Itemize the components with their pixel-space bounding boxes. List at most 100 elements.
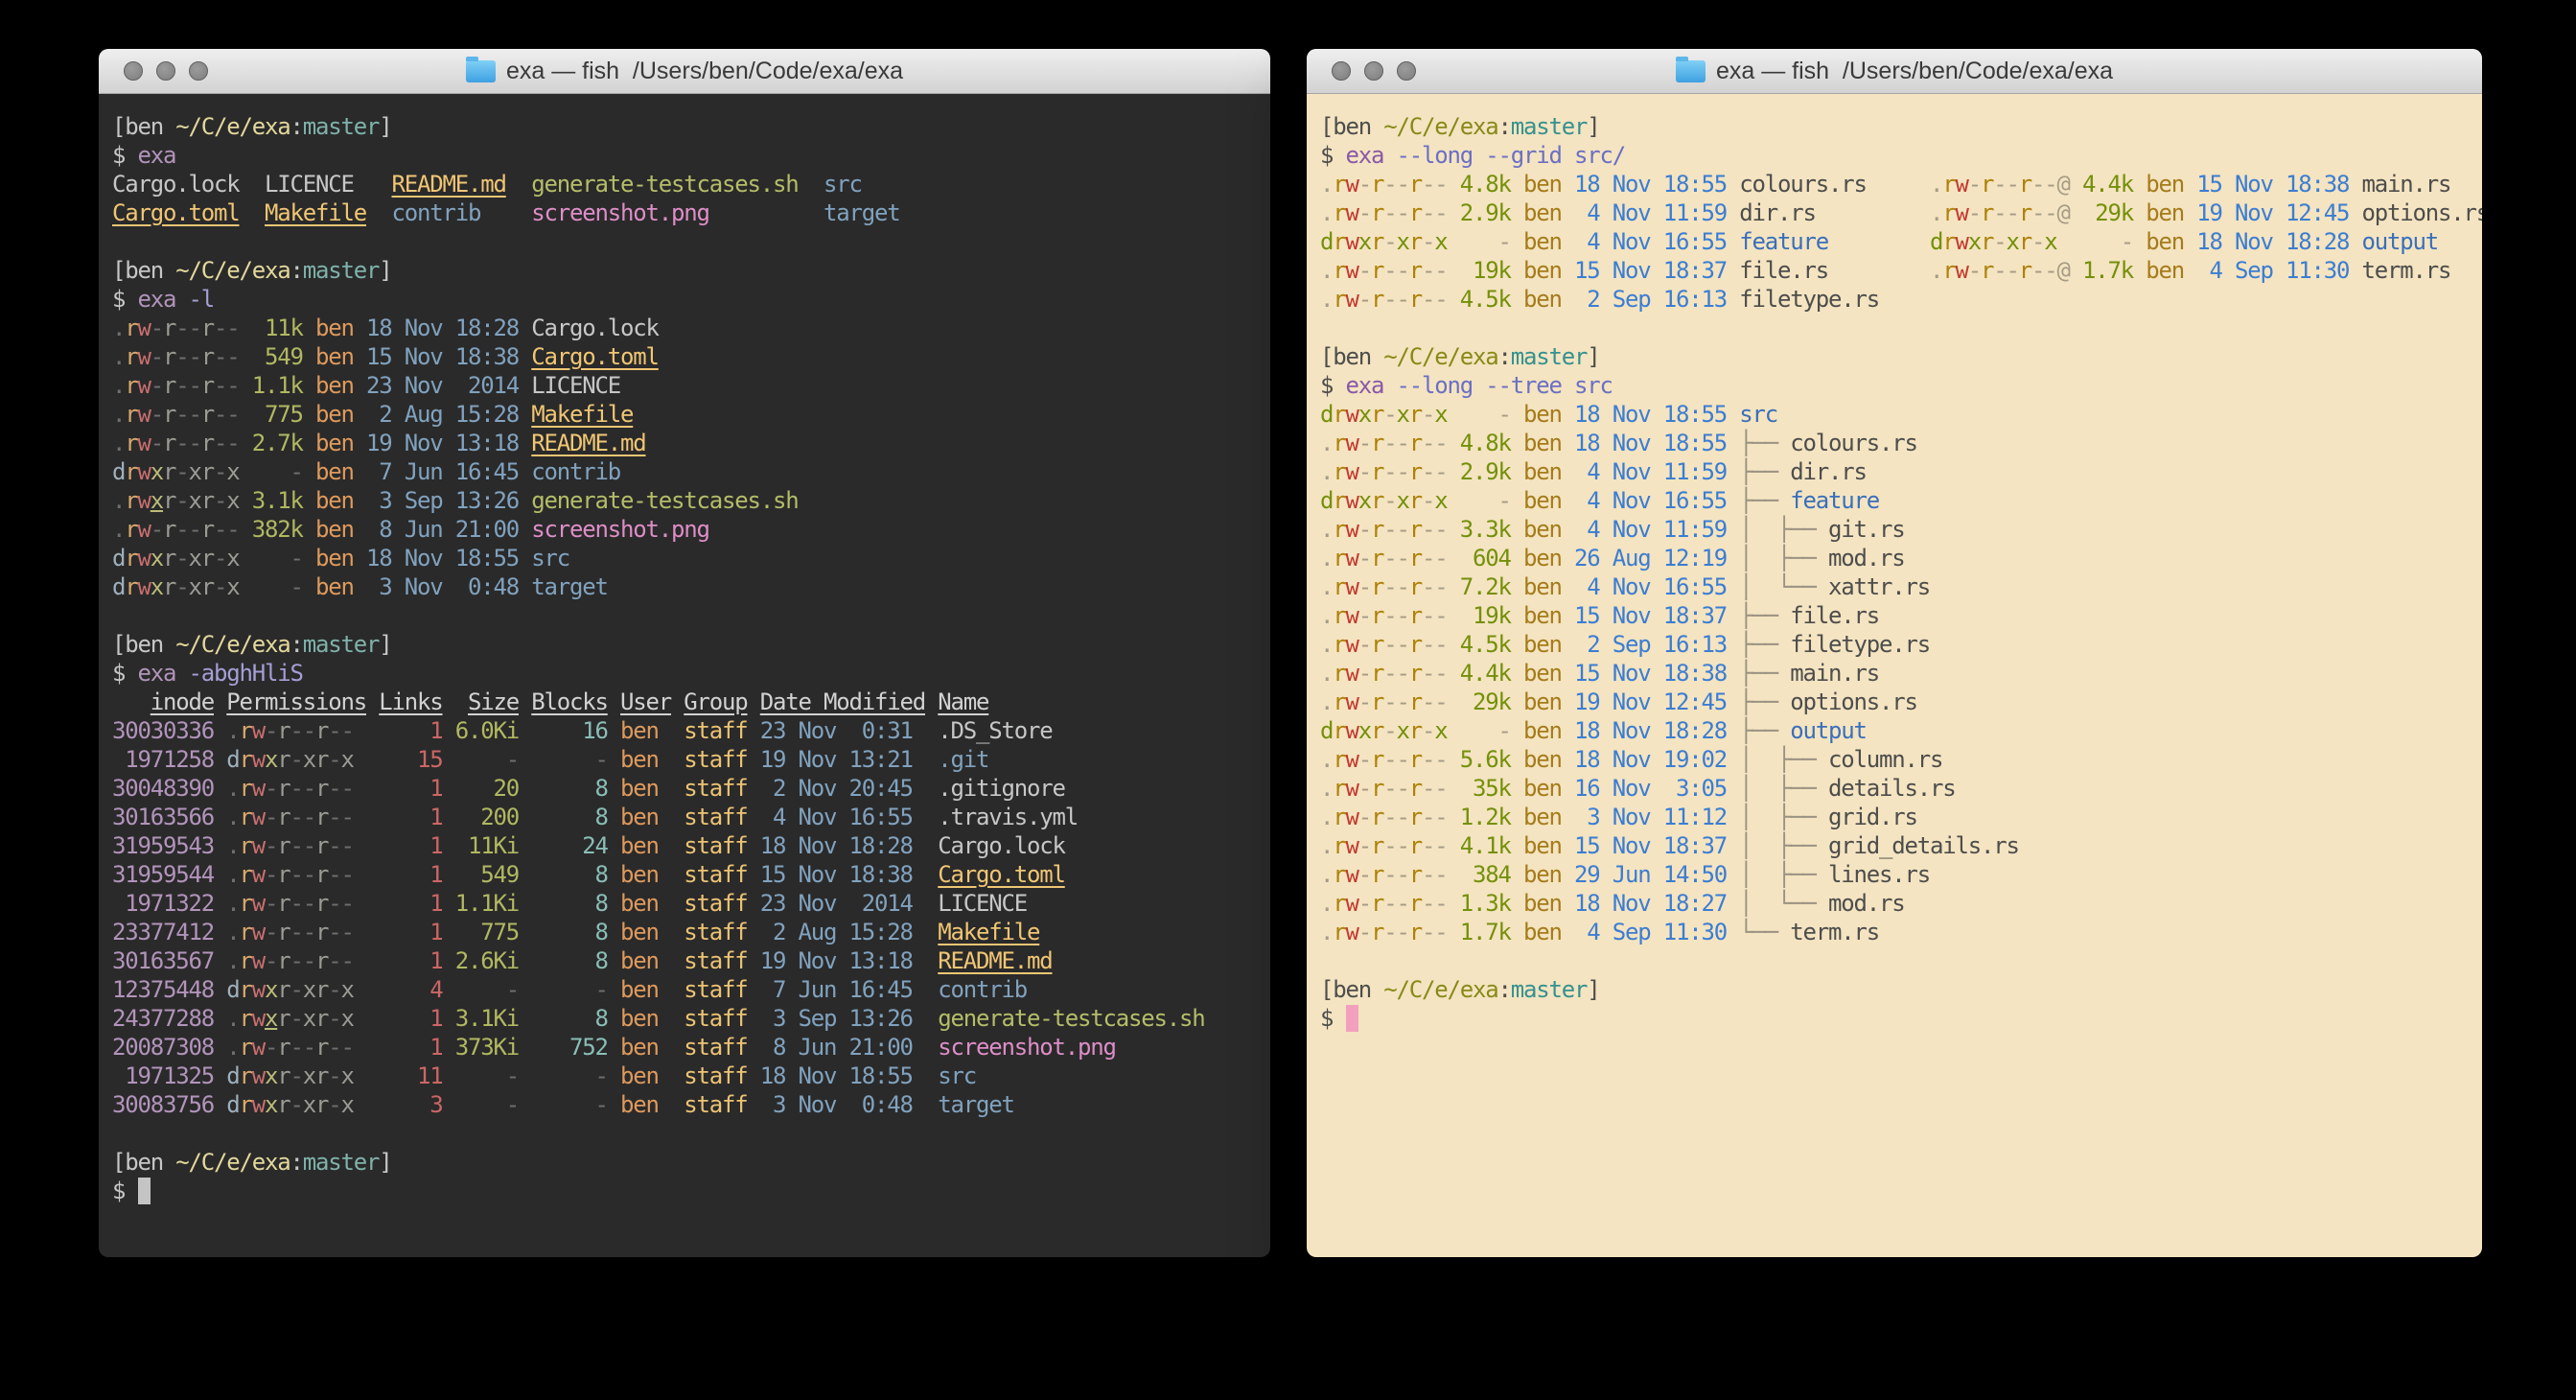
text-segment: [443, 804, 481, 830]
text-segment: │ ├──: [1739, 516, 1828, 543]
minimize-button[interactable]: [156, 61, 175, 81]
text-segment: 4 Sep 11:30: [1574, 919, 1727, 945]
window-titlebar[interactable]: exa — fish /Users/ben/Code/exa/exa: [1307, 49, 2482, 94]
text-segment: [1511, 199, 1523, 226]
close-button[interactable]: [124, 61, 143, 81]
permission-char: -: [1358, 660, 1371, 687]
permission-char: @: [2057, 199, 2070, 226]
permission-char: r: [1371, 775, 1383, 802]
permission-char: r: [201, 401, 214, 428]
text-segment: -: [2121, 228, 2133, 255]
text-segment: ben: [315, 372, 354, 399]
text-segment: [354, 976, 430, 1003]
text-segment: [1511, 573, 1523, 600]
text-segment: [240, 343, 266, 370]
terminal-line: drwxr-xr-x - ben 18 Nov 18:55 src: [112, 544, 1257, 572]
terminal-line: 30083756 drwxr-xr-x 3 - - ben staff 3 No…: [112, 1090, 1257, 1119]
text-segment: [1448, 573, 1460, 600]
terminal-line: $ exa --long --grid src/: [1320, 141, 2469, 170]
permission-char: -: [151, 315, 163, 341]
text-segment: [303, 458, 315, 485]
text-segment: grid.rs: [1828, 804, 1917, 830]
text-segment: [354, 401, 366, 428]
permission-char: .: [112, 516, 125, 543]
permission-char: -: [328, 1091, 340, 1118]
text-segment: [240, 487, 252, 514]
text-segment: 15 Nov 18:37: [1574, 832, 1727, 859]
permission-char: -: [1358, 257, 1371, 284]
text-segment: │ ├──: [1739, 832, 1828, 859]
zoom-button[interactable]: [1397, 61, 1416, 81]
minimize-button[interactable]: [1364, 61, 1383, 81]
text-segment: [354, 315, 366, 341]
terminal-content[interactable]: [ben ~/C/e/exa:master]$ exaCargo.lock LI…: [99, 94, 1270, 1224]
permission-char: x: [303, 746, 315, 773]
text-segment: [214, 746, 226, 773]
text-segment: [748, 804, 760, 830]
permission-char: r: [1942, 199, 1955, 226]
permission-char: r: [240, 861, 252, 888]
text-segment: ben: [2146, 171, 2184, 198]
text-segment: [659, 832, 685, 859]
permission-char: -: [1358, 171, 1371, 198]
text-segment: [1511, 775, 1523, 802]
text-segment: 7 Jun 16:45: [760, 976, 913, 1003]
text-segment: 775: [480, 919, 519, 945]
text-segment: [1448, 228, 1498, 255]
permission-char: -: [1358, 458, 1371, 485]
permission-char: x: [1434, 401, 1447, 428]
permission-char: -: [341, 861, 354, 888]
permission-char: .: [226, 717, 239, 744]
permission-char: d: [1320, 717, 1333, 744]
text-segment: [913, 717, 939, 744]
text-segment: 1: [429, 1005, 442, 1032]
permission-char: -: [1383, 688, 1396, 715]
permission-char: x: [151, 545, 163, 572]
text-segment: :: [1498, 343, 1511, 370]
text-segment: [1511, 717, 1523, 744]
terminal-content[interactable]: [ben ~/C/e/exa:master]$ exa --long --gri…: [1307, 94, 2482, 1051]
permission-char: r: [1409, 228, 1422, 255]
text-segment: staff: [684, 861, 747, 888]
text-segment: generate-testcases.sh: [531, 487, 798, 514]
terminal-line: drwxr-xr-x - ben 7 Jun 16:45 contrib: [112, 457, 1257, 486]
permission-char: -: [1383, 545, 1396, 572]
text-segment: Cargo.toml: [531, 343, 659, 370]
text-segment: ben: [1523, 631, 1562, 658]
text-segment: [1511, 545, 1523, 572]
zoom-button[interactable]: [189, 61, 208, 81]
permission-char: r: [125, 516, 137, 543]
text-segment: 18 Nov 18:55: [760, 1062, 913, 1089]
text-segment: git.rs: [1828, 516, 1905, 543]
text-segment: 23 Nov 0:31: [760, 717, 913, 744]
text-segment: 2 Sep 16:13: [1574, 631, 1727, 658]
permission-char: w: [1346, 257, 1358, 284]
text-segment: [1448, 487, 1498, 514]
permission-char: -: [1383, 717, 1396, 744]
window-titlebar[interactable]: exa — fish /Users/ben/Code/exa/exa: [99, 49, 1270, 94]
text-segment: 8: [595, 861, 608, 888]
text-segment: contrib: [938, 976, 1027, 1003]
text-segment: ben: [620, 1091, 659, 1118]
close-button[interactable]: [1332, 61, 1351, 81]
text-segment: ben: [1523, 775, 1562, 802]
permission-char: -: [175, 372, 188, 399]
text-segment: Links: [379, 688, 442, 715]
text-segment: 2.6Ki: [455, 947, 519, 974]
text-segment: [519, 832, 582, 859]
permission-char: -: [1434, 631, 1447, 658]
permission-char: r: [1371, 199, 1383, 226]
text-segment: [214, 717, 226, 744]
permission-char: r: [163, 315, 175, 341]
text-segment: [1511, 631, 1523, 658]
terminal-line: 20087308 .rw-r--r-- 1 373Ki 752 ben staf…: [112, 1033, 1257, 1062]
permission-char: r: [277, 861, 290, 888]
permission-char: r: [1371, 688, 1383, 715]
permission-char: r: [125, 315, 137, 341]
permission-char: r: [1981, 228, 1993, 255]
permission-char: r: [1409, 804, 1422, 830]
permission-char: r: [315, 947, 328, 974]
text-segment: [2133, 228, 2146, 255]
permission-char: r: [163, 516, 175, 543]
permission-char: -: [1422, 487, 1434, 514]
